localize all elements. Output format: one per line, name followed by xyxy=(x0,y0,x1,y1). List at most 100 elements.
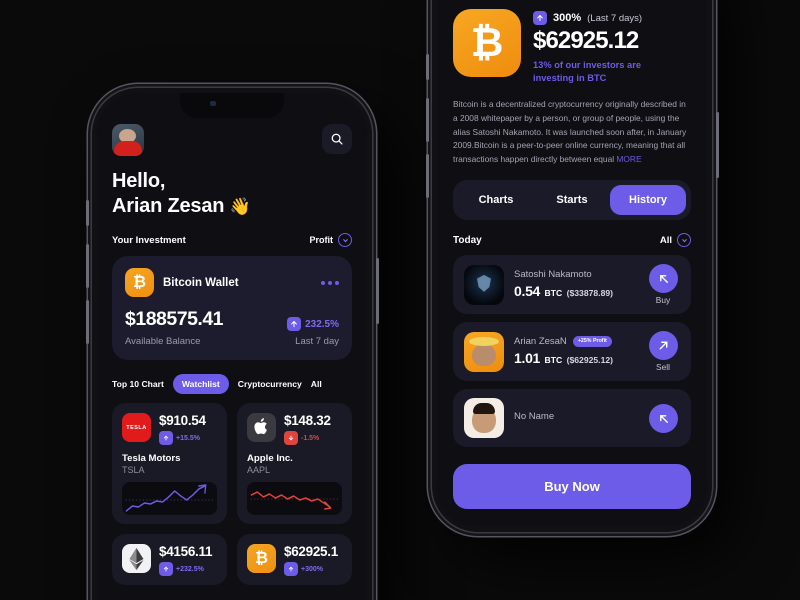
bitcoin-icon: ₿ xyxy=(453,9,521,77)
arrow-up-icon xyxy=(284,562,298,577)
segment-starts[interactable]: Starts xyxy=(534,185,610,215)
stock-price: $148.32 xyxy=(284,413,331,429)
tesla-logo-icon: TESLA xyxy=(122,413,151,443)
search-icon xyxy=(331,133,343,145)
wallet-change-value: 232.5% xyxy=(305,318,339,330)
phone-mockup-left: Hello, Arian Zesan 👋 Your Investment Pro… xyxy=(85,88,379,600)
profit-filter-dropdown[interactable]: Profit xyxy=(310,233,352,248)
phone-mute-switch[interactable] xyxy=(85,200,89,226)
stock-ticker: AAPL xyxy=(247,465,271,476)
bitcoin-icon: ₿ xyxy=(125,268,154,298)
transaction-row[interactable]: Arian ZesaN +25% Profit 1.01 BTC ($62925… xyxy=(453,322,691,382)
phone-volume-up-button[interactable] xyxy=(425,98,429,142)
transaction-row[interactable]: Satoshi Nakamoto 0.54 BTC ($33878.89) Bu… xyxy=(453,255,691,315)
tab-top-10-chart[interactable]: Top 10 Chart xyxy=(112,379,164,389)
coin-change-value: 300% xyxy=(553,12,582,24)
arrow-up-icon xyxy=(287,317,302,332)
segment-history[interactable]: History xyxy=(610,185,686,216)
more-options-icon[interactable] xyxy=(321,280,339,285)
bitcoin-wallet-card[interactable]: ₿ Bitcoin Wallet $188575.41 232.5% Avail… xyxy=(112,256,352,361)
investor-note-line-2: investing in BTC xyxy=(533,73,607,84)
stock-change-value: +232.5% xyxy=(176,565,204,573)
coin-change-period: (Last 7 days) xyxy=(587,12,643,24)
transaction-name: Arian ZesaN xyxy=(514,335,567,347)
history-filter-dropdown[interactable]: All xyxy=(659,233,691,248)
wallet-subtitle-row: Available Balance Last 7 day xyxy=(125,336,339,347)
ape-nft-avatar xyxy=(464,331,504,372)
history-filter-label: All xyxy=(659,234,672,246)
arrow-outgoing-icon xyxy=(648,331,678,361)
wallet-balance-label: Available Balance xyxy=(125,336,201,348)
avatar[interactable] xyxy=(112,124,144,156)
phone-volume-up-button[interactable] xyxy=(85,244,89,288)
phone-notch xyxy=(180,93,284,118)
stock-change-value: +15.5% xyxy=(176,434,200,442)
transaction-action-label: Buy xyxy=(655,295,671,306)
apple-logo-icon xyxy=(247,413,276,443)
bitcoin-logo-icon: ₿ xyxy=(247,544,276,574)
tab-watchlist[interactable]: Watchlist xyxy=(172,374,229,395)
buy-now-button[interactable]: Buy Now xyxy=(453,464,691,509)
phone-volume-down-button[interactable] xyxy=(425,154,429,198)
coin-price: $62925.12 xyxy=(533,27,639,54)
app-screen-dashboard: Hello, Arian Zesan 👋 Your Investment Pro… xyxy=(97,93,367,600)
transaction-amount-row: 1.01 BTC ($62925.12) xyxy=(514,350,636,368)
waving-hand-icon: 👋 xyxy=(229,196,251,216)
greeting-line-1: Hello, xyxy=(112,170,166,192)
transaction-action-label: Sell xyxy=(656,362,670,373)
section-title: Your Investment xyxy=(112,234,186,246)
arrow-up-icon xyxy=(533,11,547,25)
transaction-action-buy[interactable]: Buy xyxy=(646,264,680,305)
phone-power-button[interactable] xyxy=(715,112,719,178)
transaction-action-sell[interactable]: Sell xyxy=(646,331,680,372)
detail-segmented-control: Charts Starts History xyxy=(453,180,691,221)
transaction-name: No Name xyxy=(514,411,555,423)
transaction-unit: BTC xyxy=(544,354,563,365)
coin-description: Bitcoin is a decentralized cryptocurrenc… xyxy=(437,85,707,166)
greeting-line-2: Arian Zesan 👋 xyxy=(112,194,251,217)
stock-change-badge: +300% xyxy=(284,562,338,577)
coin-description-text: Bitcoin is a decentralized cryptocurrenc… xyxy=(453,99,687,164)
stock-change-value: +300% xyxy=(301,565,323,573)
stock-price: $4156.11 xyxy=(159,544,213,560)
stock-change-value: -1.5% xyxy=(301,434,320,442)
stock-change-badge: +15.5% xyxy=(159,431,206,446)
arrow-up-icon xyxy=(159,431,173,446)
tab-cryptocurrency[interactable]: Cryptocurrency xyxy=(238,379,302,389)
arrow-down-icon xyxy=(284,431,298,446)
stock-change-badge: -1.5% xyxy=(284,431,331,446)
transaction-amount: 1.01 xyxy=(514,349,541,366)
screenshot-canvas: Hello, Arian Zesan 👋 Your Investment Pro… xyxy=(0,0,800,600)
stock-card-apple[interactable]: $148.32 -1.5% Apple Inc. AAPL xyxy=(237,403,352,525)
wallet-period-label: Last 7 day xyxy=(295,336,339,348)
stock-name: Tesla Motors xyxy=(122,453,181,465)
transaction-action-buy[interactable] xyxy=(646,403,680,433)
chevron-down-icon xyxy=(338,233,352,248)
stock-card-bitcoin[interactable]: ₿ $62925.1 +300% xyxy=(237,534,352,586)
read-more-link[interactable]: MORE xyxy=(616,154,641,164)
segment-charts[interactable]: Charts xyxy=(458,185,534,215)
tab-all[interactable]: All xyxy=(311,379,322,389)
history-list-header: Today All xyxy=(437,220,707,248)
transaction-row[interactable]: No Name xyxy=(453,389,691,448)
stock-card-ethereum[interactable]: $4156.11 +232.5% xyxy=(112,534,227,586)
stock-card-header: TESLA $910.54 +15.5% xyxy=(122,413,217,446)
app-screen-coin-detail: ₿ 300% (Last 7 days) $62925.12 13% of ou… xyxy=(437,0,707,527)
stock-name: Apple Inc. xyxy=(247,453,293,465)
phone-power-button[interactable] xyxy=(375,258,379,324)
investor-note-line-1: 13% of our investors are xyxy=(533,60,641,70)
investor-note: 13% of our investors are investing in BT… xyxy=(533,59,691,85)
arrow-up-icon xyxy=(159,562,173,577)
kid-avatar xyxy=(464,398,504,439)
transaction-name: Satoshi Nakamoto xyxy=(514,268,592,280)
stock-card-header: ₿ $62925.1 +300% xyxy=(247,544,342,577)
arrow-incoming-icon xyxy=(648,264,678,294)
phone-volume-down-button[interactable] xyxy=(85,300,89,344)
profit-badge: +25% Profit xyxy=(572,335,612,347)
ethereum-logo-icon xyxy=(122,544,151,574)
stock-card-tesla[interactable]: TESLA $910.54 +15.5% Tesla Motors TSLA xyxy=(112,403,227,525)
stock-price: $62925.1 xyxy=(284,544,338,560)
phone-mute-switch[interactable] xyxy=(425,54,429,80)
wallet-name: Bitcoin Wallet xyxy=(163,276,239,289)
search-button[interactable] xyxy=(322,124,352,154)
